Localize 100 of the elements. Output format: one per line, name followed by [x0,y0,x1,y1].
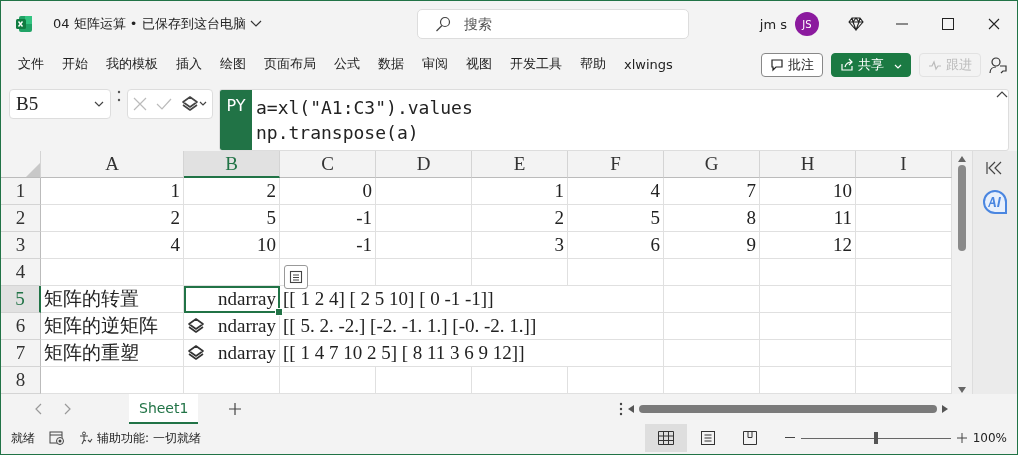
ribbon-tab[interactable]: 开始 [53,51,97,79]
ribbon-tab[interactable]: xlwings [615,52,682,78]
slider-thumb[interactable] [873,432,878,444]
table-cell: 8 [664,205,760,232]
table-cell: 1 [41,178,184,205]
row-header[interactable]: 8 [1,367,41,394]
search-field[interactable]: 搜索 [417,9,689,39]
formula-text: a=xl("A1:C3").values np.transpose(a) [255,96,474,145]
add-sheet-button[interactable] [228,402,243,416]
zoom-in-icon[interactable] [956,433,967,443]
column-header[interactable]: B [184,151,280,178]
chevron-down-icon [94,101,104,107]
row-header[interactable]: 5 [1,286,41,313]
more-icon[interactable] [619,402,623,416]
row-header[interactable]: 7 [1,340,41,367]
chevron-down-icon[interactable] [249,20,262,28]
scroll-left-icon[interactable] [627,404,635,414]
row-header[interactable]: 6 [1,313,41,340]
table-cell: -1 [280,205,376,232]
page-break-icon [742,431,757,445]
scrollbar-thumb[interactable] [639,405,937,413]
ribbon-tab[interactable]: 我的模板 [97,51,167,79]
accessibility-icon [79,431,93,445]
scroll-down-icon[interactable] [957,386,967,394]
window-title: 04 矩阵运算 • 已保存到这台电脑 [53,15,246,33]
search-icon [435,16,451,32]
ribbon-tab[interactable]: 数据 [369,51,413,79]
layers-icon [181,95,200,113]
minimize-icon [896,23,908,25]
table-cell: 矩阵的重塑 [41,340,184,367]
chevron-right-icon [64,403,72,415]
table-cell: 4 [41,232,184,259]
ribbon-tab[interactable]: 公式 [325,51,369,79]
row-header[interactable]: 1 [1,178,41,205]
ribbon-tab[interactable]: 文件 [9,51,53,79]
chevron-down-icon [894,63,902,70]
table-cell: 10 [760,178,856,205]
table-cell: 矩阵的转置 [41,286,184,313]
comment-icon [770,58,784,72]
comment-button[interactable]: 批注 [761,53,823,77]
feedback-icon[interactable] [989,56,1007,74]
table-cell: 0 [280,178,376,205]
table-cell: ndarray [184,340,280,367]
ribbon-tab[interactable]: 页面布局 [255,51,325,79]
column-header[interactable]: A [41,151,184,178]
collapse-icon[interactable] [986,161,1004,175]
table-cell: -1 [280,232,376,259]
ribbon-tab[interactable]: 视图 [457,51,501,79]
column-header[interactable]: F [568,151,664,178]
caret-up-icon[interactable] [996,90,1008,98]
table-cell: 5 [568,205,664,232]
zoom-level[interactable]: 100% [972,431,1007,445]
ribbon-tab[interactable]: 审阅 [413,51,457,79]
card-icon [289,270,303,284]
grid-icon [657,431,674,445]
table-cell: 12 [760,232,856,259]
column-header[interactable]: H [760,151,856,178]
scroll-right-icon[interactable] [941,404,949,414]
row-header[interactable]: 3 [1,232,41,259]
name-box[interactable]: B5 [9,89,111,119]
table-cell: 2 [472,205,568,232]
share-icon [840,58,854,72]
sheet-tab[interactable]: Sheet1 [129,394,199,424]
table-cell: 10 [184,232,280,259]
ribbon-tab[interactable]: 帮助 [571,51,615,79]
row-header[interactable]: 2 [1,205,41,232]
scroll-up-icon[interactable] [957,155,967,163]
column-header[interactable]: D [376,151,472,178]
status-text: 就绪 [11,429,35,447]
user-avatar[interactable]: JS [795,12,819,36]
formula-field[interactable]: PY a=xl("A1:C3").values np.transpose(a) [219,89,1009,151]
table-cell: 9 [664,232,760,259]
ai-chat-icon[interactable] [982,189,1008,215]
ribbon-tab[interactable]: 绘图 [211,51,255,79]
ribbon-tab[interactable]: 插入 [167,51,211,79]
table-cell: ndarray [184,286,280,313]
column-header[interactable]: I [856,151,952,178]
table-cell: 2 [41,205,184,232]
ribbon-tab[interactable]: 开发工具 [501,51,571,79]
column-header[interactable]: E [472,151,568,178]
check-icon[interactable] [156,97,172,111]
normal-view-button[interactable] [644,424,687,452]
table-cell: 6 [568,232,664,259]
table-cell: [[ 5. 2. -2.] [-2. -1. 1.] [-0. -2. 1.]] [280,313,664,340]
table-cell: 11 [760,205,856,232]
scrollbar-thumb[interactable] [958,165,966,251]
accessibility-status[interactable]: 辅助功能: 一切就绪 [79,429,201,447]
column-header[interactable]: G [664,151,760,178]
table-cell: ndarray [184,313,280,340]
pulse-icon [928,58,942,72]
table-cell: 7 [664,178,760,205]
table-cell: 矩阵的逆矩阵 [41,313,184,340]
share-button[interactable]: 共享 [831,53,911,77]
row-header[interactable]: 4 [1,259,41,286]
macro-recording-icon[interactable] [49,431,65,445]
card-button[interactable] [284,265,308,289]
chevron-left-icon [34,403,42,415]
maximize-icon [942,18,954,30]
column-header[interactable]: C [280,151,376,178]
cell-reference: B5 [16,93,39,115]
